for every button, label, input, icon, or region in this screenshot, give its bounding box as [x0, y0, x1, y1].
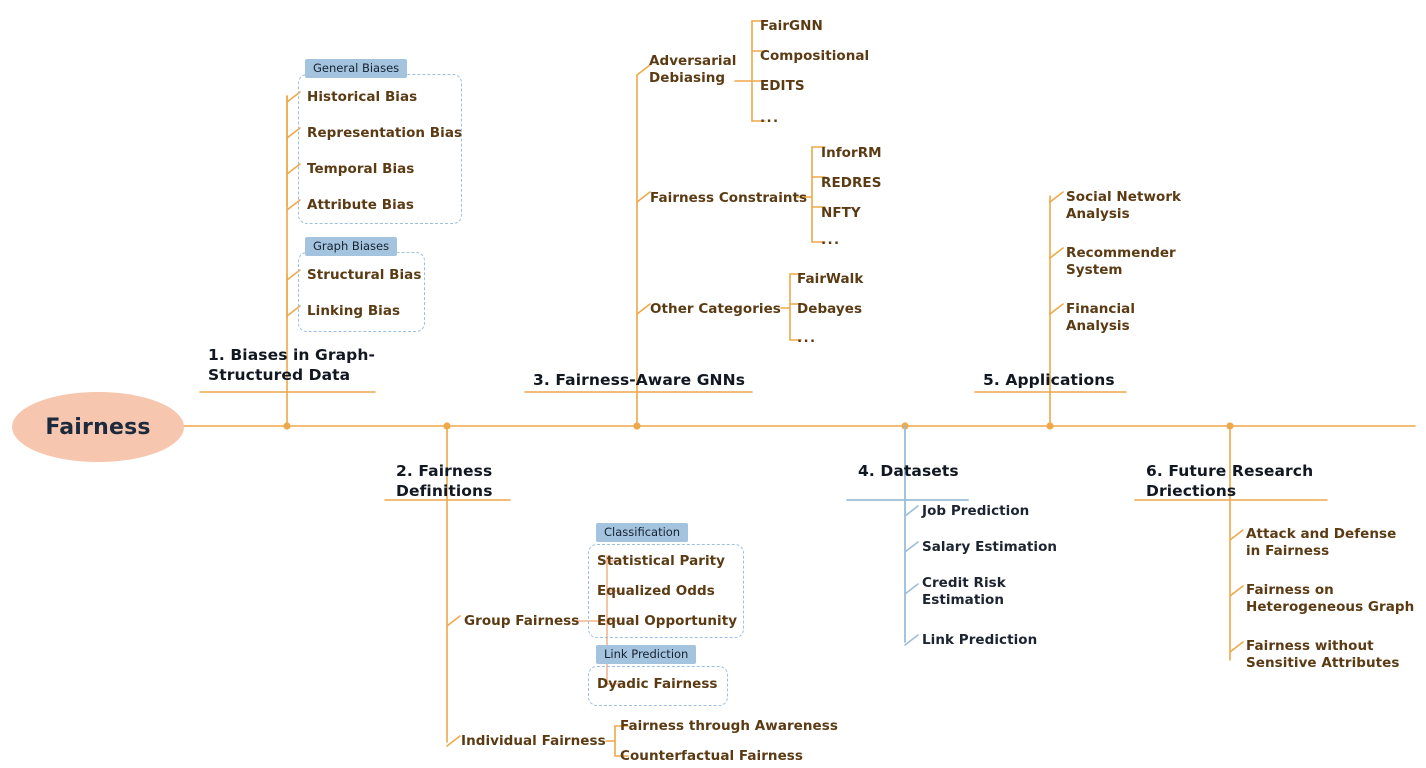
node-adversarial-debiasing[interactable]: Adversarial Debiasing [649, 53, 736, 88]
root-node-label: Fairness [45, 414, 151, 440]
node-representation-bias[interactable]: Representation Bias [307, 125, 462, 142]
tab-general-biases: General Biases [305, 59, 408, 79]
node-attribute-bias[interactable]: Attribute Bias [307, 197, 414, 214]
branch-title-applications[interactable]: 5. Applications [983, 370, 1115, 390]
node-salary-estimation[interactable]: Salary Estimation [922, 539, 1057, 556]
node-other-categories[interactable]: Other Categories [650, 301, 781, 318]
node-inforrm[interactable]: InforRM [821, 145, 882, 162]
node-fairness-without-sensitive[interactable]: Fairness without Sensitive Attributes [1246, 638, 1399, 673]
node-equalized-odds[interactable]: Equalized Odds [597, 583, 715, 600]
node-fairness-through-awareness[interactable]: Fairness through Awareness [620, 718, 838, 735]
node-compositional[interactable]: Compositional [760, 48, 869, 65]
branch-title-future[interactable]: 6. Future Research Driections [1146, 461, 1313, 502]
node-fairwalk[interactable]: FairWalk [797, 271, 863, 288]
node-redres[interactable]: REDRES [821, 175, 881, 192]
node-other-more[interactable]: ... [797, 330, 817, 347]
node-edits[interactable]: EDITS [760, 78, 805, 95]
mindmap-canvas: Fairness General Biases Graph Biases Cla… [0, 0, 1426, 768]
node-temporal-bias[interactable]: Temporal Bias [307, 161, 414, 178]
node-fairgnn[interactable]: FairGNN [760, 18, 823, 35]
node-constraints-more[interactable]: ... [821, 232, 841, 249]
node-equal-opportunity[interactable]: Equal Opportunity [597, 613, 737, 630]
node-credit-risk-estimation[interactable]: Credit Risk Estimation [922, 575, 1006, 610]
node-fairness-constraints[interactable]: Fairness Constraints [650, 190, 807, 207]
branch-title-definitions[interactable]: 2. Fairness Definitions [396, 461, 493, 502]
node-counterfactual-fairness[interactable]: Counterfactual Fairness [620, 748, 803, 765]
tab-graph-biases: Graph Biases [305, 237, 398, 257]
node-dyadic-fairness[interactable]: Dyadic Fairness [597, 676, 718, 693]
root-node[interactable]: Fairness [12, 392, 184, 462]
branch-title-fair-gnns[interactable]: 3. Fairness-Aware GNNs [533, 370, 745, 390]
node-recommender-system[interactable]: Recommender System [1066, 245, 1176, 280]
node-debayes[interactable]: Debayes [797, 301, 862, 318]
node-job-prediction[interactable]: Job Prediction [922, 503, 1029, 520]
node-individual-fairness[interactable]: Individual Fairness [461, 733, 606, 750]
tab-classification: Classification [596, 523, 689, 543]
node-nfty[interactable]: NFTY [821, 205, 861, 222]
node-financial-analysis[interactable]: Financial Analysis [1066, 301, 1135, 336]
tab-link-prediction: Link Prediction [596, 645, 697, 665]
node-fairness-heterogeneous[interactable]: Fairness on Heterogeneous Graph [1246, 582, 1414, 617]
node-historical-bias[interactable]: Historical Bias [307, 89, 417, 106]
node-structural-bias[interactable]: Structural Bias [307, 267, 421, 284]
node-linking-bias[interactable]: Linking Bias [307, 303, 400, 320]
node-social-network-analysis[interactable]: Social Network Analysis [1066, 189, 1181, 224]
node-group-fairness[interactable]: Group Fairness [464, 613, 579, 630]
node-link-prediction-dataset[interactable]: Link Prediction [922, 632, 1037, 649]
branch-title-biases[interactable]: 1. Biases in Graph- Structured Data [208, 345, 375, 386]
node-statistical-parity[interactable]: Statistical Parity [597, 553, 725, 570]
branch-title-datasets[interactable]: 4. Datasets [858, 461, 959, 481]
node-adversarial-more[interactable]: ... [760, 110, 780, 127]
node-attack-and-defense[interactable]: Attack and Defense in Fairness [1246, 526, 1396, 561]
